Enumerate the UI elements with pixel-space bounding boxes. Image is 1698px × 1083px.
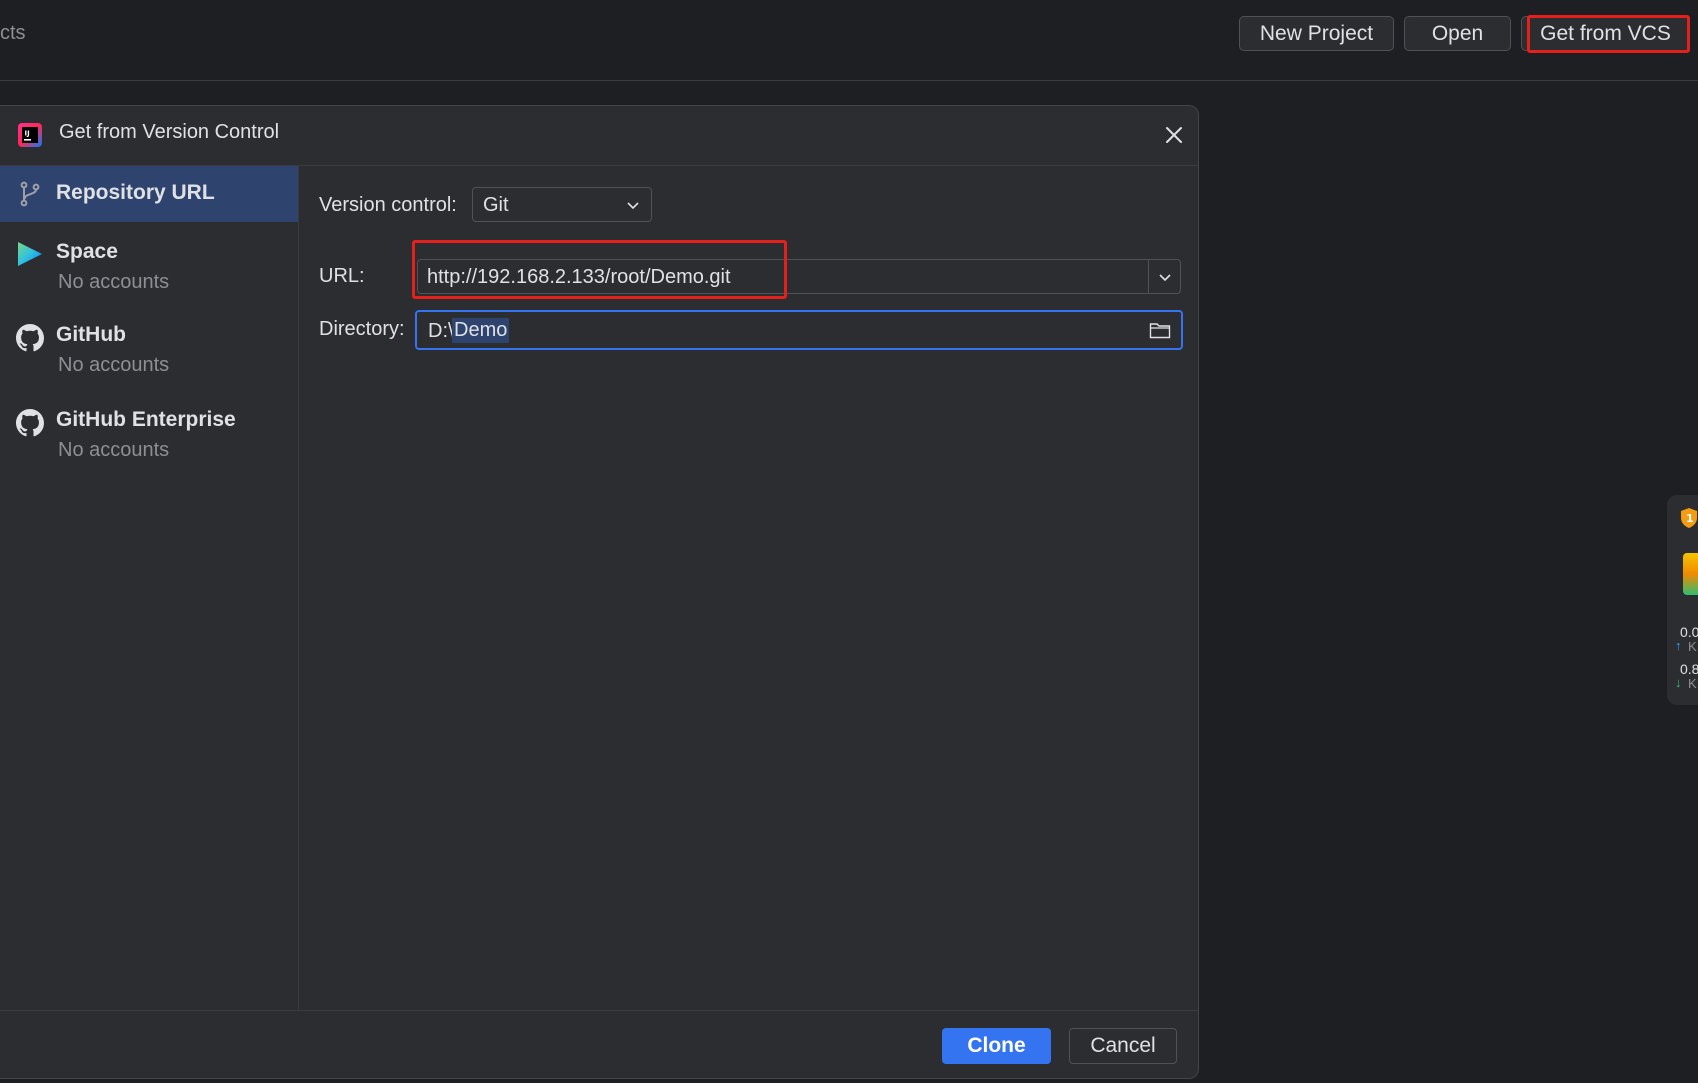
directory-selected-text: Demo bbox=[452, 318, 510, 343]
space-icon bbox=[18, 242, 42, 266]
close-icon[interactable] bbox=[1161, 122, 1187, 148]
intellij-app-icon: IJ bbox=[18, 123, 42, 147]
chevron-down-icon bbox=[627, 202, 639, 210]
upload-speed-unit: K bbox=[1688, 639, 1697, 654]
url-label: URL: bbox=[319, 265, 365, 287]
get-from-vcs-highlight bbox=[1527, 15, 1690, 53]
chevron-down-icon[interactable] bbox=[1157, 269, 1173, 285]
cancel-button[interactable]: Cancel bbox=[1069, 1028, 1177, 1064]
url-dropdown-divider bbox=[1148, 260, 1149, 293]
download-speed-value: 0.8 bbox=[1680, 661, 1698, 677]
usage-gauge bbox=[1683, 553, 1698, 595]
sidebar-item-label: GitHub Enterprise bbox=[56, 408, 236, 431]
directory-prefix: D:\ bbox=[428, 320, 454, 342]
version-control-label: Version control: bbox=[319, 194, 457, 216]
welcome-toolbar: cts New Project Open Get from VCS bbox=[0, 0, 1698, 81]
sidebar-item-label: GitHub bbox=[56, 323, 126, 346]
directory-label: Directory: bbox=[319, 318, 405, 340]
new-project-button[interactable]: New Project bbox=[1239, 16, 1394, 51]
dialog-footer-divider bbox=[0, 1010, 1198, 1011]
open-button[interactable]: Open bbox=[1404, 16, 1511, 51]
svg-text:IJ: IJ bbox=[25, 130, 30, 138]
vcs-provider-list: Repository URL Space No accounts GitHub … bbox=[0, 166, 299, 1011]
sidebar-item-space[interactable]: Space No accounts bbox=[0, 226, 298, 306]
sidebar-item-label: Repository URL bbox=[56, 181, 215, 204]
version-control-value: Git bbox=[483, 194, 509, 216]
shield-icon: 1 bbox=[1681, 508, 1697, 528]
download-speed-unit: K bbox=[1688, 676, 1697, 691]
upload-arrow-icon: ↑ bbox=[1675, 638, 1682, 653]
shield-badge-count: 1 bbox=[1686, 512, 1694, 525]
sidebar-item-status: No accounts bbox=[58, 439, 170, 461]
upload-speed-value: 0.0 bbox=[1680, 624, 1698, 640]
clone-button[interactable]: Clone bbox=[942, 1028, 1051, 1064]
github-icon bbox=[16, 409, 44, 437]
sidebar-item-status: No accounts bbox=[58, 354, 170, 376]
url-highlight bbox=[412, 240, 787, 299]
folder-icon[interactable] bbox=[1149, 321, 1171, 339]
version-control-select[interactable]: Git bbox=[472, 187, 652, 222]
projects-tab-label: cts bbox=[0, 22, 26, 44]
get-from-vcs-dialog: IJ Get from Version Control Repository U… bbox=[0, 105, 1199, 1079]
sidebar-item-status: No accounts bbox=[58, 271, 170, 293]
git-branch-icon bbox=[20, 181, 40, 207]
sidebar-item-repository-url[interactable]: Repository URL bbox=[0, 166, 298, 222]
sidebar-item-github[interactable]: GitHub No accounts bbox=[0, 310, 298, 390]
github-icon bbox=[16, 324, 44, 352]
dialog-titlebar: IJ Get from Version Control bbox=[0, 106, 1198, 166]
sidebar-item-github-enterprise[interactable]: GitHub Enterprise No accounts bbox=[0, 396, 298, 476]
sidebar-item-label: Space bbox=[56, 240, 118, 263]
network-monitor-widget[interactable]: 1 0.0 ↑ K 0.8 ↓ K bbox=[1667, 495, 1698, 705]
directory-input[interactable]: D:\ Demo bbox=[415, 310, 1183, 350]
dialog-title: Get from Version Control bbox=[59, 121, 280, 143]
download-arrow-icon: ↓ bbox=[1675, 675, 1682, 690]
